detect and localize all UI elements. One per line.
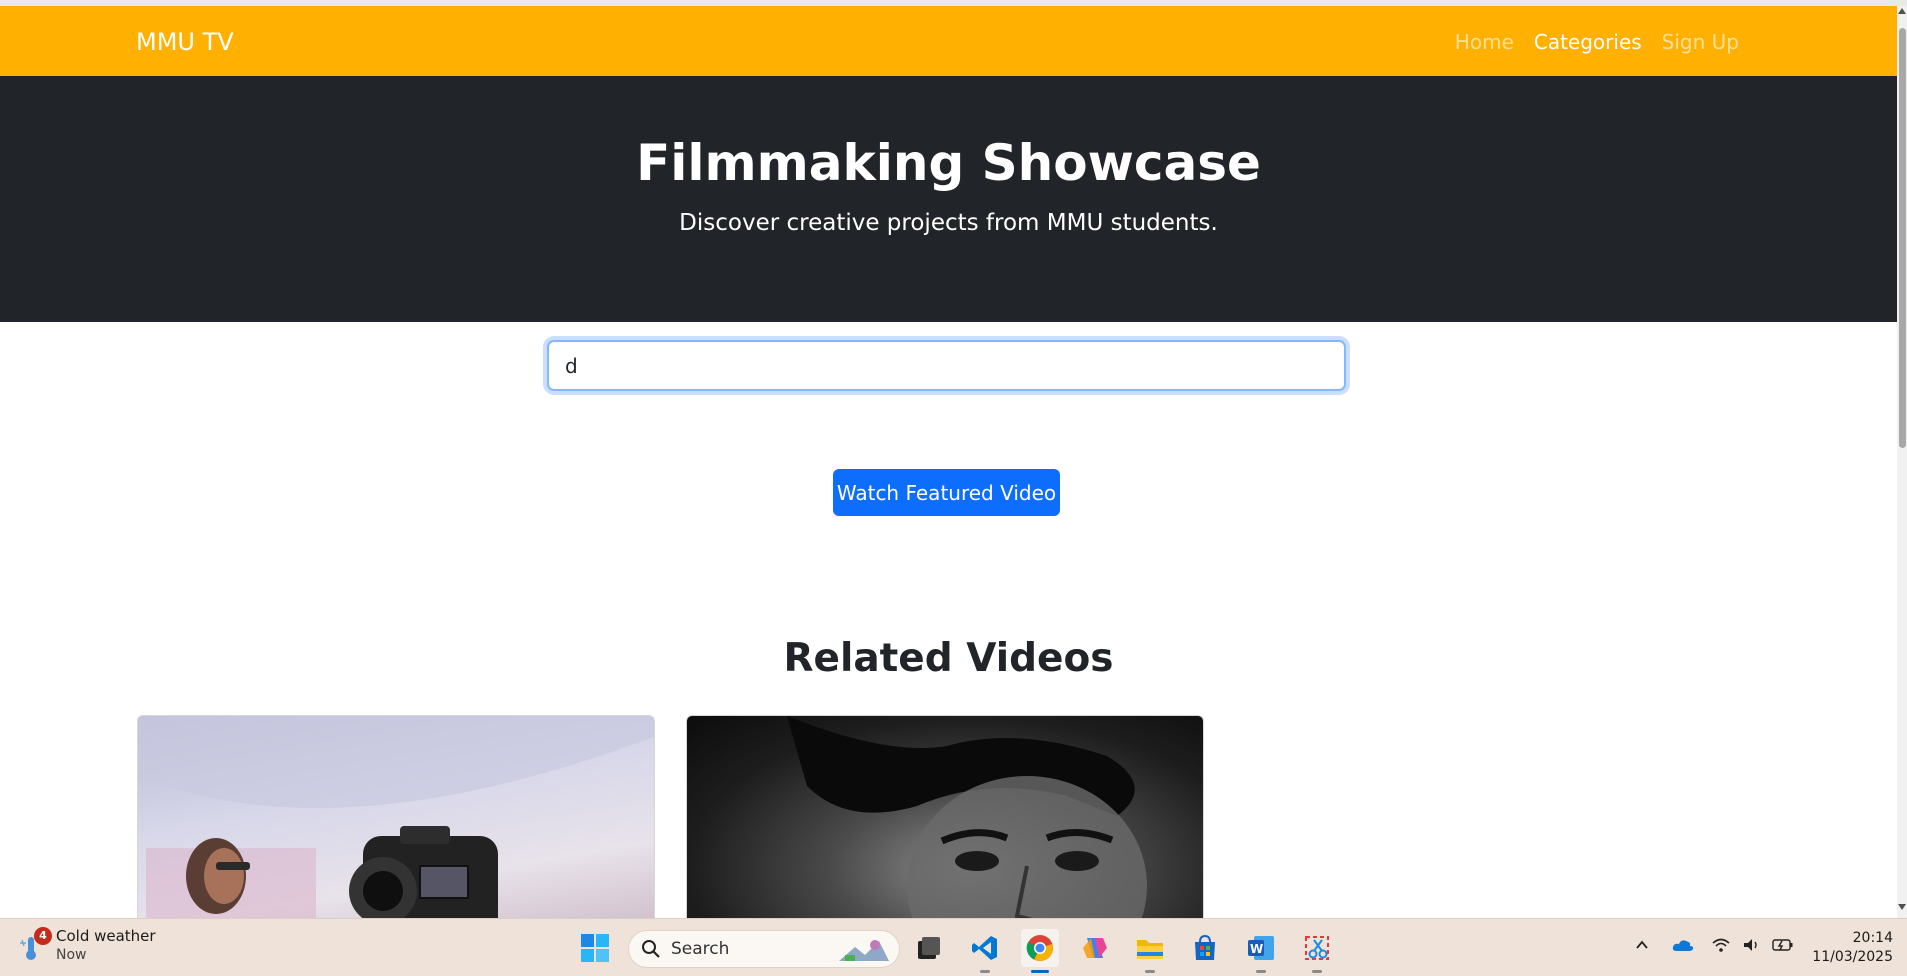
search-input[interactable]	[547, 340, 1346, 391]
navbar: MMU TV Home Categories Sign Up	[0, 6, 1897, 76]
clock-date: 11/03/2025	[1812, 949, 1893, 965]
hero-subtitle: Discover creative projects from MMU stud…	[679, 210, 1218, 236]
onedrive-icon[interactable]	[1672, 937, 1694, 957]
taskbar-search-box[interactable]: Search	[628, 930, 900, 968]
weather-time: Now	[56, 947, 87, 963]
volume-icon[interactable]	[1742, 937, 1760, 957]
scroll-up-icon[interactable]	[1898, 8, 1906, 14]
hero-banner: Filmmaking Showcase Discover creative pr…	[0, 76, 1897, 322]
scroll-down-icon[interactable]	[1898, 904, 1906, 910]
search-icon	[642, 940, 660, 958]
video-card-1[interactable]	[137, 715, 655, 918]
copilot-icon[interactable]	[1076, 929, 1114, 967]
search-highlight-art-icon	[839, 940, 889, 961]
task-view-icon[interactable]	[910, 929, 948, 967]
file-explorer-icon[interactable]	[1131, 929, 1169, 973]
svg-text:W: W	[1250, 942, 1263, 956]
nav-sign-up[interactable]: Sign Up	[1662, 30, 1739, 54]
scroll-thumb[interactable]	[1899, 28, 1906, 448]
black-and-white-portrait-thumbnail	[787, 716, 1147, 918]
notification-badge: 4	[34, 927, 52, 945]
show-hidden-icons-icon[interactable]	[1634, 937, 1650, 957]
nav-home[interactable]: Home	[1455, 30, 1514, 54]
chrome-icon[interactable]	[1021, 929, 1059, 973]
related-videos-heading: Related Videos	[783, 636, 1114, 681]
word-icon[interactable]: W	[1242, 929, 1280, 973]
system-clock[interactable]: 20:14 11/03/2025	[1812, 929, 1893, 967]
vscode-icon[interactable]	[966, 929, 1004, 973]
nav-links: Home Categories Sign Up	[1455, 30, 1739, 54]
browser-viewport: MMU TV Home Categories Sign Up Filmmakin…	[0, 0, 1907, 918]
nav-categories[interactable]: Categories	[1534, 30, 1642, 54]
video-card-2[interactable]	[686, 715, 1204, 918]
clock-time: 20:14	[1852, 930, 1893, 946]
weather-widget[interactable]: 4 Cold weather Now	[18, 927, 156, 963]
weather-title: Cold weather	[56, 927, 156, 945]
windows-taskbar: 4 Cold weather Now Search W 20:14 11/03/…	[0, 918, 1907, 976]
hero-title: Filmmaking Showcase	[636, 134, 1261, 192]
start-icon[interactable]	[576, 929, 614, 967]
page-scrollbar[interactable]	[1897, 6, 1907, 918]
brand-logo[interactable]: MMU TV	[136, 28, 234, 56]
battery-icon[interactable]	[1772, 937, 1794, 957]
wifi-icon[interactable]	[1711, 937, 1731, 957]
watch-featured-video-button[interactable]: Watch Featured Video	[833, 469, 1060, 516]
store-icon[interactable]	[1186, 929, 1224, 967]
snipping-tool-icon[interactable]	[1298, 929, 1336, 973]
thermometer-icon: 4	[18, 927, 52, 961]
person-with-camera-thumbnail	[138, 716, 654, 918]
taskbar-search-label: Search	[671, 939, 730, 959]
